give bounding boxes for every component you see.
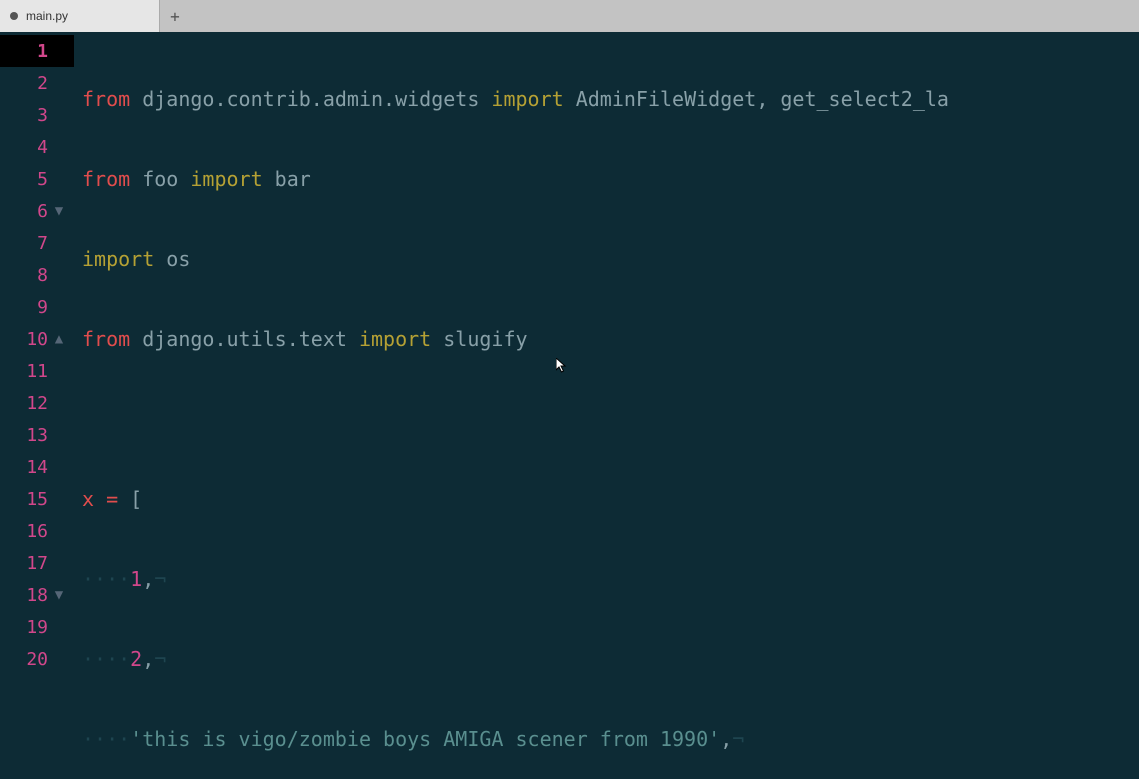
line-number: 17: [12, 553, 48, 574]
line-number: 1: [12, 41, 48, 62]
code-line: x = [: [82, 483, 1139, 515]
gutter-line[interactable]: 8▼: [0, 259, 74, 291]
gutter-line[interactable]: 17▼: [0, 547, 74, 579]
line-number: 10: [12, 329, 48, 350]
code-line: from foo import bar: [82, 163, 1139, 195]
gutter-line[interactable]: 20▼: [0, 643, 74, 675]
gutter-line[interactable]: 11▼: [0, 355, 74, 387]
line-number: 16: [12, 521, 48, 542]
gutter-line[interactable]: 13▼: [0, 419, 74, 451]
gutter-line[interactable]: 10▲: [0, 323, 74, 355]
line-number: 9: [12, 297, 48, 318]
line-number: 6: [12, 201, 48, 222]
gutter-line[interactable]: 4▼: [0, 131, 74, 163]
line-number: 20: [12, 649, 48, 670]
code-line: ····1,¬: [82, 563, 1139, 595]
fold-down-icon[interactable]: ▼: [50, 203, 68, 219]
line-number: 11: [12, 361, 48, 382]
line-number: 13: [12, 425, 48, 446]
gutter-line[interactable]: 16▼: [0, 515, 74, 547]
new-tab-button[interactable]: +: [160, 0, 190, 32]
code-line: ····'this is vigo/zombie boys AMIGA scen…: [82, 723, 1139, 755]
code-line: [82, 403, 1139, 435]
fold-down-icon[interactable]: ▼: [50, 587, 68, 603]
code-line: from django.contrib.admin.widgets import…: [82, 83, 1139, 115]
line-number: 7: [12, 233, 48, 254]
dirty-indicator-icon: [10, 12, 18, 20]
line-number-gutter[interactable]: 1▼2▼3▼4▼5▼6▼7▼8▼9▼10▲11▼12▼13▼14▼15▼16▼1…: [0, 32, 74, 779]
line-number: 5: [12, 169, 48, 190]
fold-up-icon[interactable]: ▲: [50, 331, 68, 347]
gutter-line[interactable]: 1▼: [0, 35, 74, 67]
line-number: 4: [12, 137, 48, 158]
tab-label: main.py: [26, 9, 141, 23]
gutter-line[interactable]: 3▼: [0, 99, 74, 131]
gutter-line[interactable]: 9▼: [0, 291, 74, 323]
code-line: import os: [82, 243, 1139, 275]
gutter-line[interactable]: 14▼: [0, 451, 74, 483]
gutter-line[interactable]: 18▼: [0, 579, 74, 611]
plus-icon: +: [170, 7, 180, 26]
line-number: 15: [12, 489, 48, 510]
line-number: 2: [12, 73, 48, 94]
gutter-line[interactable]: 19▼: [0, 611, 74, 643]
line-number: 18: [12, 585, 48, 606]
gutter-line[interactable]: 15▼: [0, 483, 74, 515]
gutter-line[interactable]: 5▼: [0, 163, 74, 195]
line-number: 8: [12, 265, 48, 286]
gutter-line[interactable]: 6▼: [0, 195, 74, 227]
gutter-line[interactable]: 2▼: [0, 67, 74, 99]
code-area[interactable]: from django.contrib.admin.widgets import…: [74, 32, 1139, 779]
editor: 1▼2▼3▼4▼5▼6▼7▼8▼9▼10▲11▼12▼13▼14▼15▼16▼1…: [0, 32, 1139, 779]
gutter-line[interactable]: 12▼: [0, 387, 74, 419]
line-number: 14: [12, 457, 48, 478]
gutter-line[interactable]: 7▼: [0, 227, 74, 259]
tab-bar: main.py +: [0, 0, 1139, 32]
code-line: from django.utils.text import slugify: [82, 323, 1139, 355]
line-number: 12: [12, 393, 48, 414]
line-number: 3: [12, 105, 48, 126]
line-number: 19: [12, 617, 48, 638]
code-line: ····2,¬: [82, 643, 1139, 675]
tab-main-py[interactable]: main.py: [0, 0, 160, 32]
